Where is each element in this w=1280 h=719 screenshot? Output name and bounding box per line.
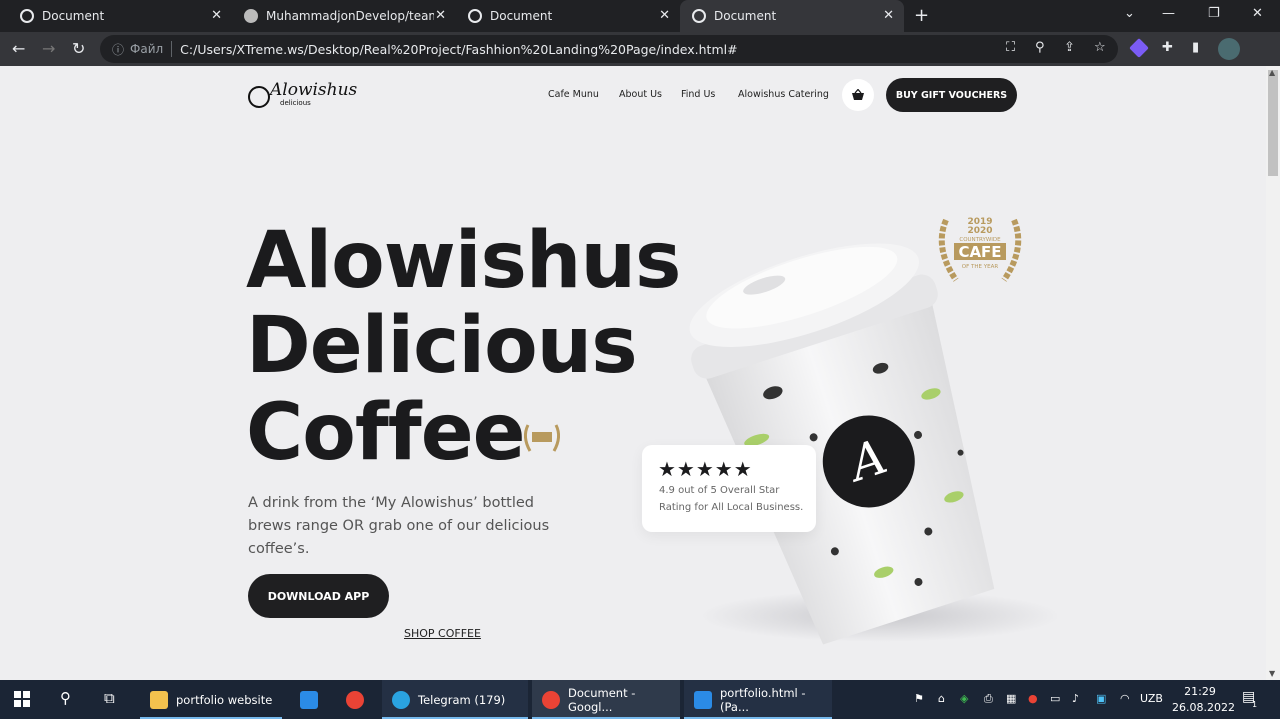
cart-button[interactable] [842,79,874,111]
taskbar-label: Document - Googl... [568,685,636,714]
award-cafe: CAFE [958,243,1001,261]
profile-avatar[interactable] [1218,38,1240,60]
github-icon [244,9,258,23]
wifi-icon[interactable]: ◠ [1120,692,1130,705]
tray-app-icon[interactable]: ⚑ [914,692,924,705]
windows-start-icon[interactable] [14,691,30,707]
browser-tab-1[interactable]: Document ✕ [0,0,232,32]
translate-icon[interactable]: ⛶ [1006,40,1015,55]
back-arrow-icon[interactable]: ← [12,39,25,58]
basket-icon [852,89,864,100]
nav-about-us[interactable]: About Us [619,89,662,100]
taskbar-label: Telegram (179) [418,692,506,707]
window-close-icon[interactable]: ✕ [1252,6,1263,21]
bookmark-star-icon[interactable]: ☆ [1094,40,1106,55]
shield-icon[interactable]: ◈ [960,692,968,705]
clock-time: 21:29 [1184,685,1216,698]
hero-title-line-2: Delicious [246,301,638,391]
reload-icon[interactable]: ↻ [72,39,85,58]
taskbar-item-chrome[interactable] [336,680,378,719]
tray-app-icon[interactable]: ⌂ [938,692,945,705]
taskbar-label: portfolio website [176,692,273,707]
taskbar-item-explorer[interactable]: portfolio website [140,680,282,719]
vscode-icon [300,690,318,709]
browser-tab-4-active[interactable]: Document ✕ [680,0,904,32]
taskbar-item-telegram[interactable]: Telegram (179) [382,680,528,719]
hero-subtitle: A drink from the ‘My Alowishus’ bottled … [248,495,550,557]
scroll-down-icon[interactable]: ▼ [1269,669,1275,678]
browser-toolbar: ← → ↻ ⓘ Файл C:/Users/XTreme.ws/Desktop/… [0,32,1280,66]
puzzle-icon[interactable]: ✚ [1162,40,1173,55]
browser-tab-2[interactable]: MuhammadjonDevelop/teamitc ✕ [232,0,456,32]
new-tab-button[interactable]: + [914,5,929,26]
tab-title: Document [714,9,777,23]
shop-coffee-link[interactable]: SHOP COFFEE [404,627,481,640]
taskbar-item-vscode-portfolio[interactable]: portfolio.html - (Pa... [684,680,832,719]
buy-gift-vouchers-button[interactable]: BUY GIFT VOUCHERS [886,78,1017,112]
task-view-icon[interactable]: ⧉ [104,689,115,707]
close-icon[interactable]: ✕ [883,8,894,23]
scrollbar-thumb[interactable] [1268,70,1278,176]
chrome-globe-icon [468,9,482,23]
scheme-label: Файл [130,42,164,56]
system-clock[interactable]: 21:29 26.08.2022 [1172,684,1235,716]
tab-title: Document [490,9,553,23]
forward-arrow-icon[interactable]: → [42,39,55,58]
folder-icon [150,690,168,709]
hero-title-line-1: Alowishus [246,216,681,306]
logo-mark-icon[interactable] [248,86,270,108]
download-app-button[interactable]: DOWNLOAD APP [248,574,389,618]
nav-catering[interactable]: Alowishus Catering [738,89,829,100]
search-icon[interactable]: ⚲ [60,689,71,707]
rating-card: ★★★★★ 4.9 out of 5 Overall Star Rating f… [642,445,816,532]
small-award-badge-icon [523,424,561,452]
browser-tab-3[interactable]: Document ✕ [456,0,680,32]
battery-icon[interactable]: ▭ [1050,692,1060,705]
chrome-icon [542,690,560,709]
address-bar[interactable]: ⓘ Файл C:/Users/XTreme.ws/Desktop/Real%2… [100,35,1118,63]
volume-icon[interactable]: ♪ [1072,692,1079,705]
taskbar-item-chrome-document[interactable]: Document - Googl... [532,680,680,719]
rating-text: 4.9 out of 5 Overall Star Rating for All… [659,485,804,513]
url-text[interactable]: C:/Users/XTreme.ws/Desktop/Real%20Projec… [180,42,737,57]
close-icon[interactable]: ✕ [659,8,670,23]
notification-count: 1 [1252,700,1258,709]
chrome-icon[interactable]: ● [1028,692,1038,705]
tray-app-icon[interactable]: ▦ [1006,692,1016,705]
nav-find-us[interactable]: Find Us [681,89,715,100]
hero-title-line-3: Coffee [246,388,526,478]
divider [171,41,173,57]
minimize-icon[interactable]: — [1162,6,1175,21]
share-icon[interactable]: ⇪ [1064,40,1075,55]
taskbar-item-vscode[interactable] [290,680,332,719]
award-year-bottom: 2020 [967,226,992,236]
tab-title: Document [42,9,105,23]
tab-search-icon[interactable]: ⌄ [1124,6,1135,21]
close-icon[interactable]: ✕ [211,8,222,23]
tray-app-icon[interactable]: ⎙ [984,692,993,706]
zoom-icon[interactable]: ⚲ [1035,40,1045,55]
cafe-of-the-year-award-icon: 2019 2020 COUNTRYWIDE CAFE OF THE YEAR [938,217,1022,282]
award-bottom: OF THE YEAR [962,264,999,270]
chrome-globe-icon [20,9,34,23]
logo-name[interactable]: Alowishus [270,80,357,100]
close-icon[interactable]: ✕ [435,8,446,23]
tab-title: MuhammadjonDevelop/teamitc [266,9,434,23]
language-indicator[interactable]: UZB [1140,692,1163,705]
scroll-up-icon[interactable]: ▲ [1269,68,1275,77]
logo-subtitle: delicious [280,99,311,107]
restore-icon[interactable]: ❐ [1208,6,1220,21]
five-stars-icon: ★★★★★ [658,457,753,481]
taskbar-label: portfolio.html - (Pa... [720,685,806,714]
telegram-icon [392,690,410,709]
side-panel-icon[interactable]: ▮ [1192,40,1199,55]
info-icon[interactable]: ⓘ [112,41,124,58]
chrome-icon [346,690,364,709]
nav-cafe-menu[interactable]: Cafe Munu [548,89,599,100]
clock-date: 26.08.2022 [1172,701,1235,714]
tray-app-icon[interactable]: ▣ [1096,692,1106,705]
chrome-globe-icon [692,9,706,23]
vscode-icon [694,690,712,709]
